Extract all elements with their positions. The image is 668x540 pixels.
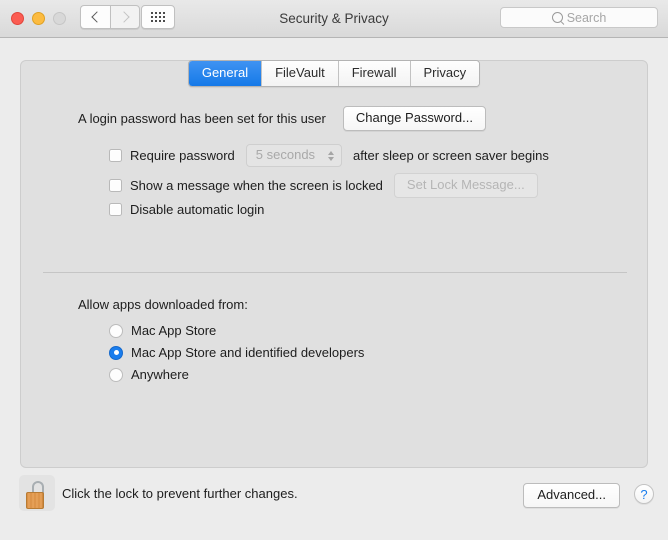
disable-auto-login-label: Disable automatic login xyxy=(130,202,264,217)
search-icon xyxy=(552,12,563,23)
help-button[interactable]: ? xyxy=(634,484,654,504)
require-password-suffix-label: after sleep or screen saver begins xyxy=(353,148,549,163)
advanced-button[interactable]: Advanced... xyxy=(523,483,620,508)
gatekeeper-option-anywhere[interactable]: Anywhere xyxy=(109,367,189,382)
show-lock-message-label: Show a message when the screen is locked xyxy=(130,178,383,193)
window-footer: Click the lock to prevent further change… xyxy=(0,468,668,540)
gatekeeper-heading-row: Allow apps downloaded from: xyxy=(78,297,248,312)
search-field[interactable]: Search xyxy=(500,7,658,28)
gatekeeper-option-mac-app-store[interactable]: Mac App Store xyxy=(109,323,216,338)
tab-general[interactable]: General xyxy=(189,61,262,86)
show-lock-message-row: Show a message when the screen is locked… xyxy=(109,173,538,198)
login-password-status-label: A login password has been set for this u… xyxy=(78,111,326,126)
require-password-checkbox[interactable] xyxy=(109,149,122,162)
tab-bar: General FileVault Firewall Privacy xyxy=(0,60,668,87)
lock-button[interactable] xyxy=(19,475,55,511)
tab-privacy[interactable]: Privacy xyxy=(411,61,480,86)
tab-firewall[interactable]: Firewall xyxy=(339,61,411,86)
require-password-delay-value: 5 seconds xyxy=(256,147,315,162)
login-password-status-row: A login password has been set for this u… xyxy=(78,106,486,131)
require-password-row: Require password 5 seconds after sleep o… xyxy=(109,144,549,167)
gatekeeper-option-identified-developers[interactable]: Mac App Store and identified developers xyxy=(109,345,364,360)
general-pane: A login password has been set for this u… xyxy=(20,60,648,468)
radio-mac-app-store[interactable] xyxy=(109,324,123,338)
window-titlebar: Security & Privacy Search xyxy=(0,0,668,38)
show-lock-message-checkbox[interactable] xyxy=(109,179,122,192)
stepper-arrows-icon xyxy=(328,151,334,161)
gatekeeper-heading: Allow apps downloaded from: xyxy=(78,297,248,312)
gatekeeper-option-label: Mac App Store and identified developers xyxy=(131,345,364,360)
require-password-label: Require password xyxy=(130,148,235,163)
unlocked-padlock-icon xyxy=(25,481,49,511)
change-password-button[interactable]: Change Password... xyxy=(343,106,486,131)
require-password-delay-select[interactable]: 5 seconds xyxy=(246,144,342,167)
radio-mac-app-store-and-identified-developers[interactable] xyxy=(109,346,123,360)
tab-filevault[interactable]: FileVault xyxy=(262,61,339,86)
disable-auto-login-checkbox[interactable] xyxy=(109,203,122,216)
radio-anywhere[interactable] xyxy=(109,368,123,382)
disable-auto-login-row: Disable automatic login xyxy=(109,202,264,217)
search-placeholder: Search xyxy=(567,11,607,25)
section-divider xyxy=(43,272,627,273)
gatekeeper-option-label: Anywhere xyxy=(131,367,189,382)
set-lock-message-button: Set Lock Message... xyxy=(394,173,538,198)
gatekeeper-option-label: Mac App Store xyxy=(131,323,216,338)
lock-caption: Click the lock to prevent further change… xyxy=(62,486,298,501)
